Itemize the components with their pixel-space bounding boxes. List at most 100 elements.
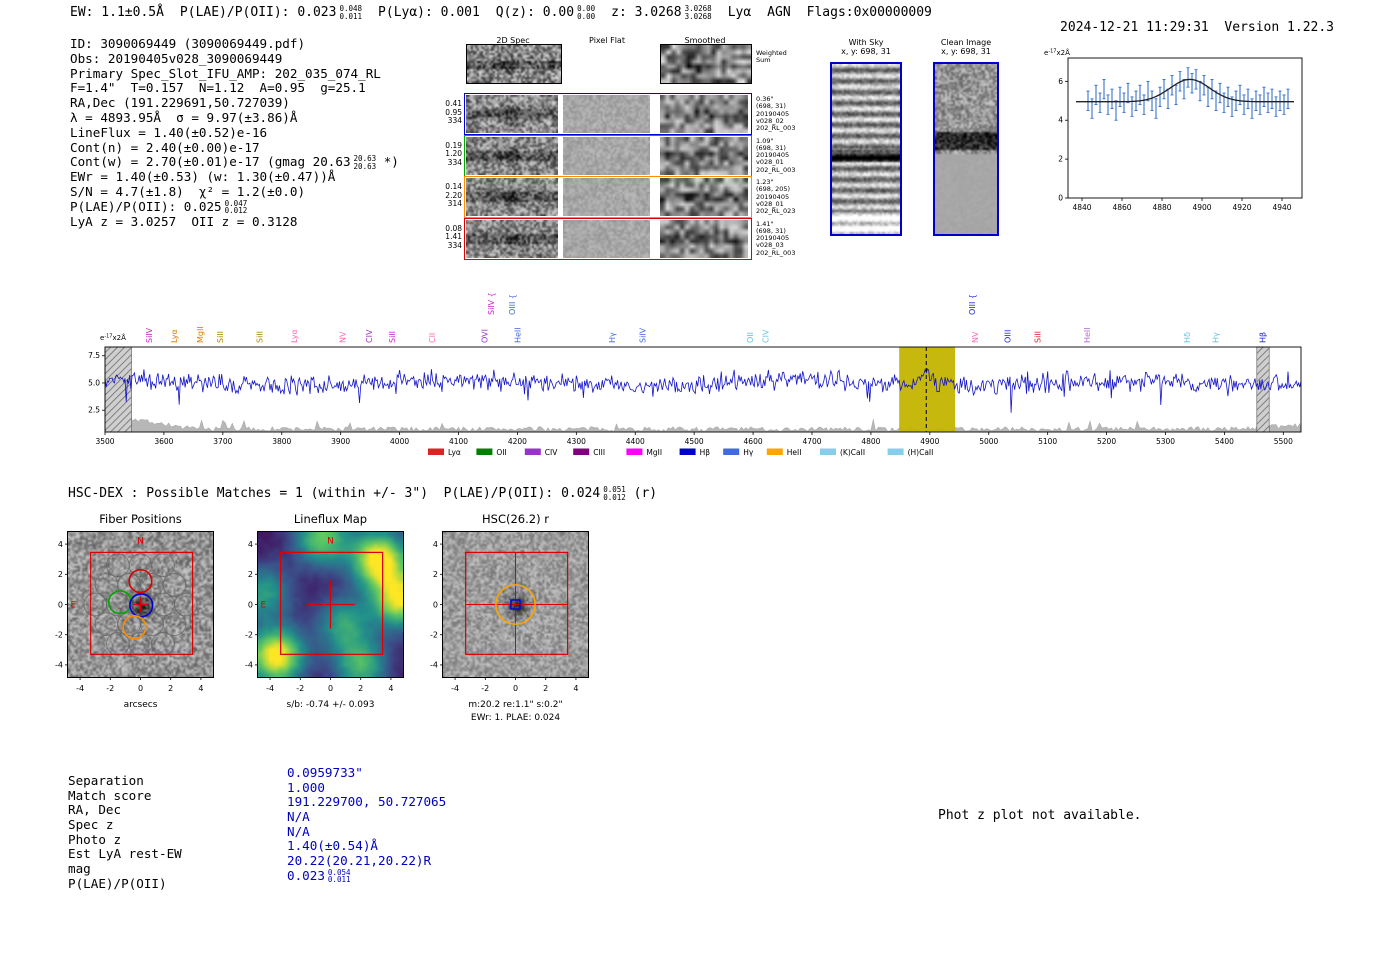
match-value-text: 20.22(20.21,20.22)R	[287, 853, 432, 869]
match-row-label: Est LyA rest-EW	[68, 846, 182, 862]
svg-text:-2: -2	[55, 631, 63, 640]
with-sky-panel: With Sky x, y: 698, 31	[828, 38, 904, 236]
svg-text:-2: -2	[106, 684, 114, 693]
match-row-value: 191.229700, 50.727065	[287, 795, 446, 810]
match-row-value: 0.0959733"	[287, 765, 446, 781]
emission-line-label: OIII {	[508, 294, 517, 315]
header-stat: AGN	[767, 5, 790, 20]
info-line: Primary Spec_Slot_IFU_AMP: 202_035_074_R…	[70, 65, 399, 82]
header-stat-text: P(Lyα): 0.001	[378, 5, 480, 20]
emission-line-label: HeII	[1083, 327, 1092, 343]
svg-text:2: 2	[1058, 155, 1063, 164]
legend-label: Hβ	[700, 448, 711, 457]
emission-line-label: Hγ	[1212, 332, 1221, 343]
svg-text:4: 4	[198, 684, 203, 693]
legend-label: (H)CaII	[908, 448, 934, 457]
text-segment: EWr = 1.40(±0.53) (w: 1.30(±0.47))Å	[70, 169, 336, 185]
emission-line-label: Lyα	[170, 329, 179, 343]
header-stat-text: P(LAE)/P(OII): 0.023	[179, 5, 337, 20]
emission-line-label: Hγ	[608, 332, 617, 343]
cutout-2dspec-row2	[466, 136, 558, 175]
stacked-bottom: 0.011	[339, 11, 363, 21]
legend-swatch	[428, 448, 444, 455]
stacked-uncertainty: 0.054 0.011	[328, 869, 351, 884]
svg-text:4600: 4600	[744, 437, 763, 446]
cutout-left-label: 334	[447, 116, 462, 125]
svg-text:3500: 3500	[95, 437, 114, 446]
legend-swatch	[524, 448, 541, 455]
report-version: Version 1.22.3	[1224, 20, 1334, 35]
match-row-label: mag	[68, 861, 91, 877]
cutout-right-label: 202_RL_003	[756, 248, 796, 257]
full-spectrum-plot: 3500 3600 3700 3800 3900 4000 4100 4200 4300 4400…	[88, 292, 1302, 457]
header-stat: Flags:0x00000009	[807, 5, 932, 20]
match-value-text: 1.000	[287, 779, 325, 795]
clean-image	[933, 62, 999, 236]
hsc-cutout-panel: -4 -2 0 2 4 -4 -2 0 2 4	[413, 524, 618, 699]
line-fit-zoom-plot: 4840 4860 4880 4900 4920 4940 0 2 4 6 e-17x2Å	[1044, 48, 1303, 212]
svg-text:4: 4	[433, 540, 438, 549]
svg-text:-4: -4	[430, 661, 438, 670]
cutout-2dspec-row4	[466, 219, 558, 258]
emission-line-label: SiIV {	[487, 292, 496, 315]
text-segment: LineFlux = 1.40(±0.52)e-16	[70, 124, 268, 140]
svg-text:7.5: 7.5	[88, 351, 100, 360]
match-row-label: Match score	[68, 787, 152, 803]
svg-text:-2: -2	[296, 684, 304, 693]
cutout-smoothed-weighted	[660, 44, 752, 84]
with-sky-coords: x, y: 698, 31	[841, 47, 891, 56]
lineflux-map-overlay: -4 -2 0 2 4 -4 -2 0 2 4 N E	[245, 531, 404, 693]
svg-text:4: 4	[248, 540, 253, 549]
emission-line-label: SiII	[388, 331, 397, 343]
emission-line-label: SiII	[255, 331, 264, 343]
stacked-bottom: 0.00	[577, 11, 596, 21]
header-stat-text: EW: 1.1±0.5Å	[70, 5, 164, 20]
match-table-values: 0.0959733" 1.000 191.229700, 50.727065 N/A N…	[287, 765, 446, 884]
emission-line-label: SiII	[1034, 331, 1043, 343]
legend-swatch	[723, 448, 740, 455]
cutout-right-labels: 1.23" (698, 205) 20190405 v028_01 202_RL_023	[756, 178, 802, 216]
fiber-xlabel: arcsecs	[123, 700, 158, 710]
info-line: Obs: 20190405v028_3090069449	[70, 51, 399, 67]
marked-fiber-circle	[129, 593, 154, 618]
header-stat-text: Q(z): 0.00	[495, 5, 575, 20]
emission-line-label: Hδ	[1183, 332, 1192, 343]
legend-swatch	[476, 448, 493, 455]
svg-text:-4: -4	[266, 684, 274, 693]
header-meta-gap	[1209, 20, 1225, 35]
text-segment: P(LAE)/P(OII): 0.025	[70, 198, 222, 214]
legend-label: Hγ	[743, 448, 754, 457]
match-row-value: 20.22(20.21,20.22)R	[287, 853, 446, 869]
match-row-label: Photo z	[68, 831, 122, 847]
svg-text:5100: 5100	[1038, 437, 1057, 446]
cutout-right-label: 202_RL_023	[756, 207, 796, 216]
svg-text:3700: 3700	[213, 437, 232, 446]
svg-text:4920: 4920	[1232, 203, 1251, 212]
compass-east: E	[260, 601, 266, 611]
match-value-text: 191.229700, 50.727065	[287, 794, 447, 810]
info-line: RA,Dec (191.229691,50.727039)	[70, 95, 399, 111]
stacked-bottom: 0.012	[603, 492, 626, 502]
emission-line-label: HeII	[513, 327, 522, 343]
stacked-uncertainty: 0.048 0.011	[339, 5, 362, 20]
svg-text:2: 2	[168, 684, 173, 693]
svg-text:5300: 5300	[1156, 437, 1175, 446]
emission-line-label: SiII	[216, 331, 225, 343]
svg-text:5200: 5200	[1097, 437, 1116, 446]
stacked-bottom: 3.0268	[684, 11, 712, 21]
text-segment: Primary Spec_Slot_IFU_AMP: 202_035_074_R…	[70, 65, 381, 81]
lineflux-map-panel: -4 -2 0 2 4 -4 -2 0 2 4 N E	[228, 524, 433, 699]
svg-text:4880: 4880	[1152, 203, 1171, 212]
text-segment: *)	[376, 154, 399, 170]
cutout-2dspec-row1	[466, 95, 558, 133]
stacked-uncertainty: 0.051 0.012	[603, 486, 626, 501]
info-line: LyA z = 3.0257 OII z = 0.3128	[70, 214, 399, 230]
legend-label: Lyα	[448, 448, 461, 457]
with-sky-title: With Sky	[848, 38, 884, 47]
svg-text:e-17x2Å: e-17x2Å	[1044, 48, 1070, 57]
svg-text:-4: -4	[76, 684, 84, 693]
col-header-pixelflat: Pixel Flat	[589, 36, 625, 45]
marked-fiber-circle	[107, 590, 133, 615]
match-value-text: 0.0959733"	[287, 765, 363, 780]
cutout-left-label: 334	[447, 240, 462, 250]
